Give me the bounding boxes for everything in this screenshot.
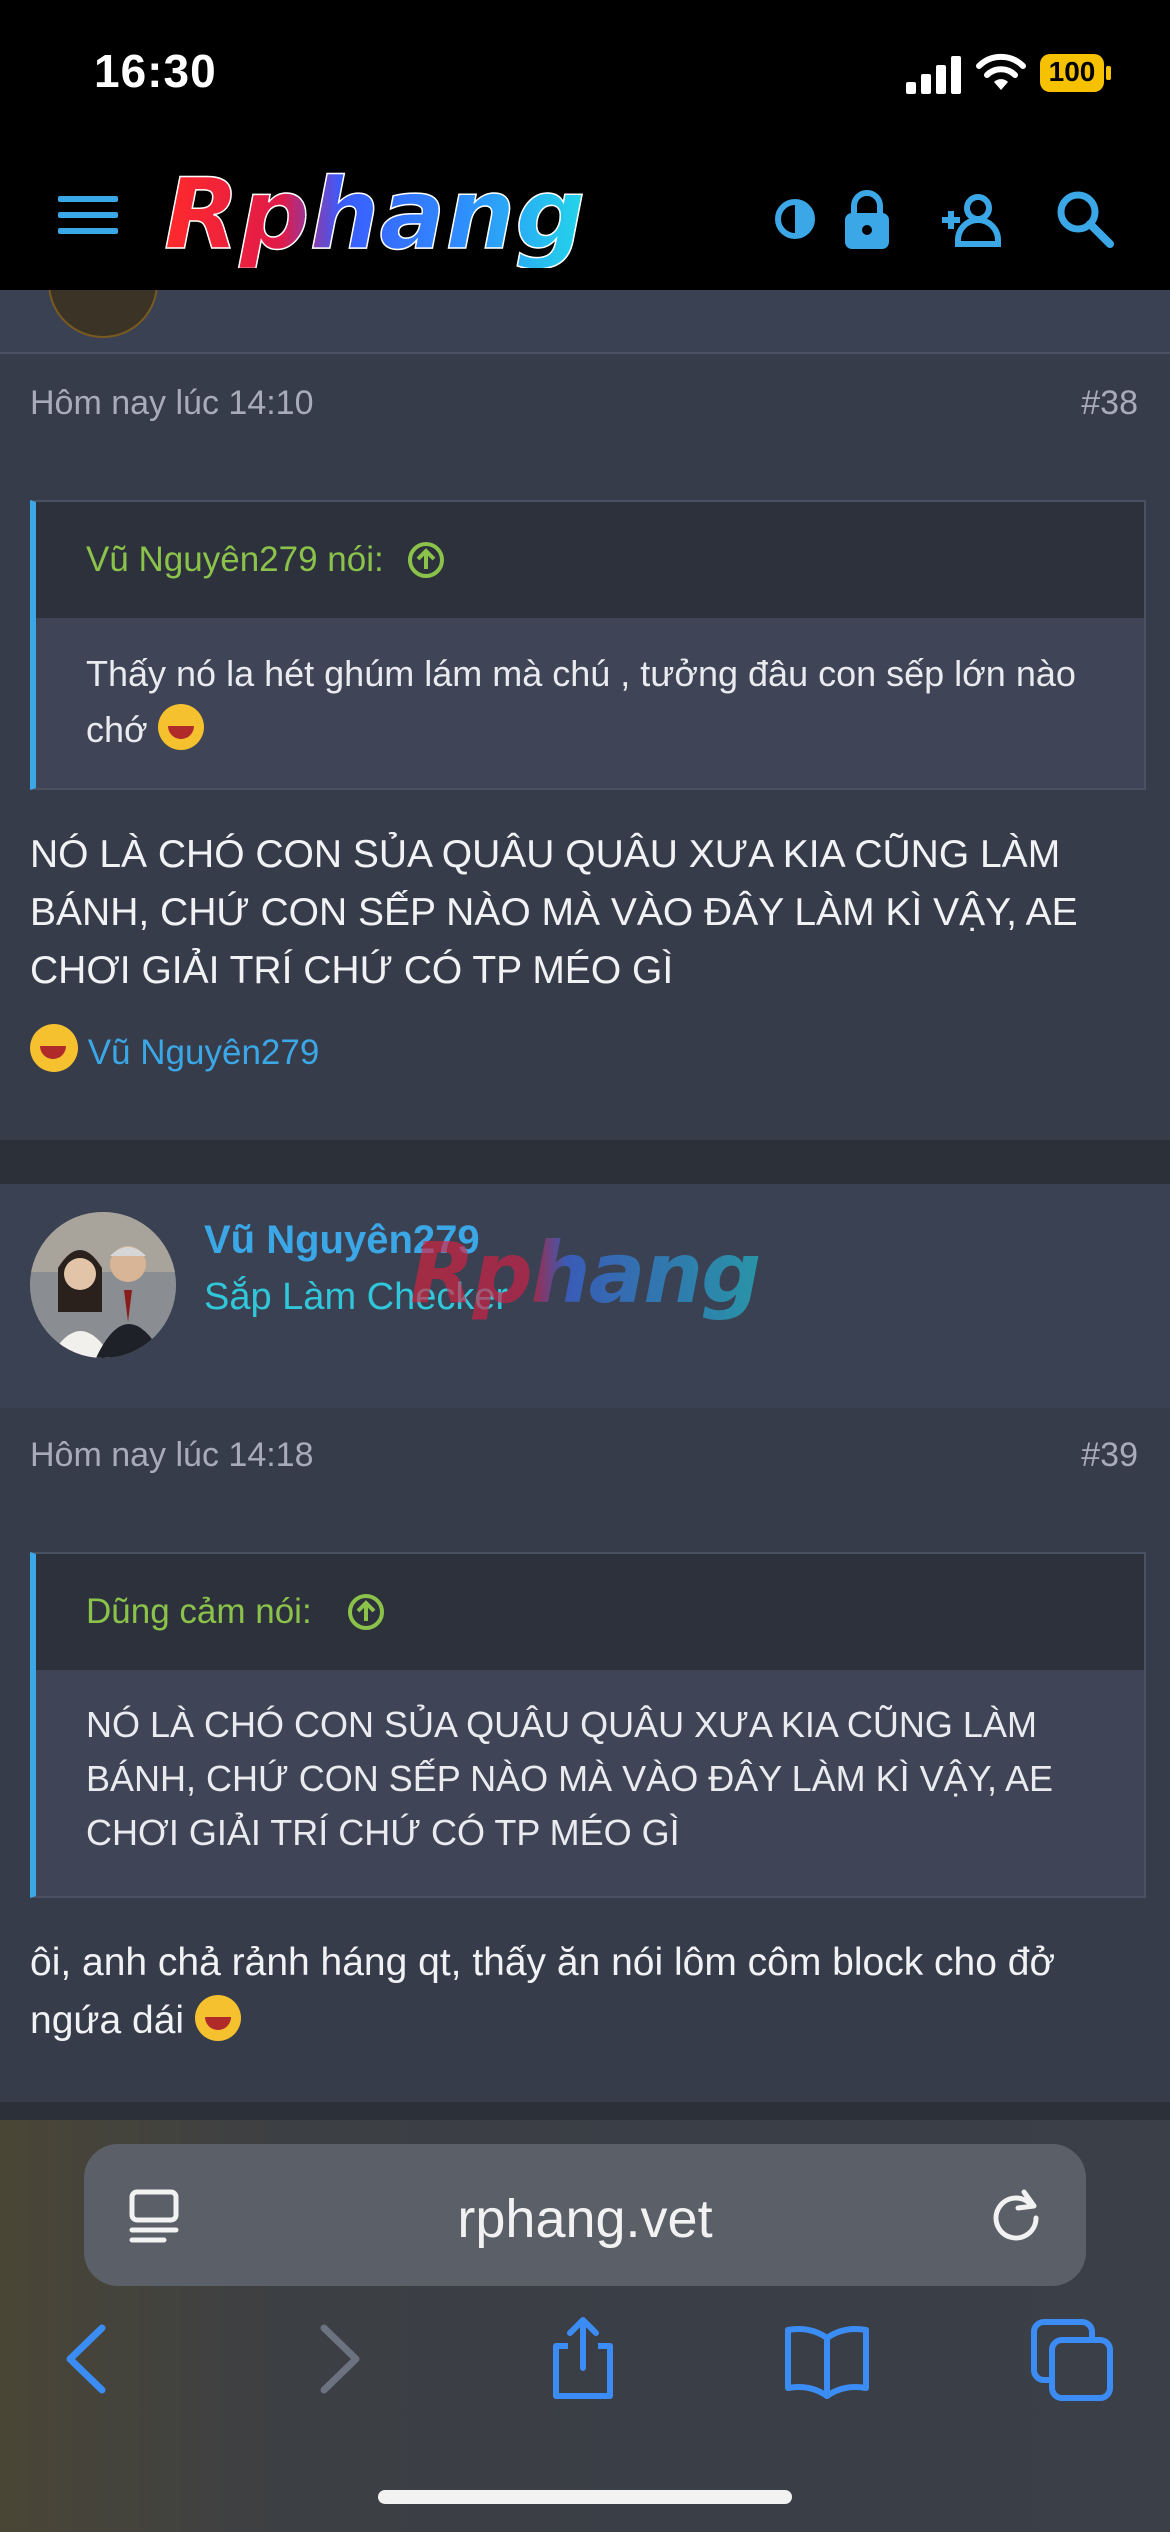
address-bar[interactable]: rphang.vet — [84, 2144, 1086, 2286]
quote-header[interactable]: Vũ Nguyên279 nói: — [36, 502, 1144, 618]
battery-level: 100 — [1048, 56, 1096, 87]
site-header: Rphang — [0, 150, 1170, 292]
quote-body: NÓ LÀ CHÓ CON SỦA QUÂU QUÂU XƯA KIA CŨNG… — [36, 1670, 1144, 1894]
post-timestamp[interactable]: Hôm nay lúc 14:18 — [30, 1436, 314, 1475]
post-timestamp[interactable]: Hôm nay lúc 14:10 — [30, 384, 314, 423]
url-text[interactable]: rphang.vet — [84, 2188, 1086, 2250]
post-message: ôi, anh chả rảnh háng qt, thấy ăn nói lô… — [30, 1934, 1140, 2050]
back-icon[interactable] — [44, 2316, 130, 2402]
post-number[interactable]: #39 — [1081, 1436, 1138, 1475]
reload-icon[interactable] — [986, 2184, 1046, 2244]
post-39: Hôm nay lúc 14:18 #39 Dũng cảm nói: NÓ L… — [0, 1408, 1170, 2102]
home-indicator[interactable] — [378, 2490, 792, 2504]
hamburger-icon[interactable] — [58, 196, 118, 240]
status-bar: 16:30 100 — [0, 0, 1170, 150]
battery-icon: 100 — [1040, 52, 1112, 94]
watermark-logo: Rphang — [410, 1224, 770, 1346]
post-separator — [0, 1140, 1170, 1184]
laugh-emoji-icon — [30, 1024, 78, 1072]
quote-header[interactable]: Dũng cảm nói: — [36, 1554, 1144, 1670]
laugh-emoji-icon — [157, 704, 204, 750]
search-icon[interactable] — [1050, 184, 1120, 254]
cellular-signal-icon — [906, 56, 961, 94]
go-to-quote-icon[interactable] — [406, 540, 446, 580]
quote-author[interactable]: Dũng cảm nói: — [86, 1592, 312, 1632]
avatar[interactable] — [30, 1212, 176, 1358]
browser-toolbar: rphang.vet — [0, 2120, 1170, 2532]
reaction-user[interactable]: Vũ Nguyên279 — [88, 1033, 320, 1072]
post-message: NÓ LÀ CHÓ CON SỦA QUÂU QUÂU XƯA KIA CŨNG… — [30, 833, 1078, 992]
avatar[interactable] — [48, 290, 158, 338]
previous-user-bar — [0, 290, 1170, 354]
quote-text: Thấy nó la hét ghúm lám mà chú , tưởng đ… — [86, 653, 1076, 750]
site-logo[interactable]: Rphang — [160, 157, 720, 273]
go-to-quote-icon[interactable] — [346, 1592, 386, 1632]
quote-body: Thấy nó la hét ghúm lám mà chú , tưởng đ… — [36, 618, 1144, 792]
quote-block: Dũng cảm nói: NÓ LÀ CHÓ CON SỦA QUÂU QUÂ… — [30, 1552, 1146, 1898]
post-number[interactable]: #38 — [1081, 384, 1138, 423]
lock-icon[interactable] — [832, 184, 902, 254]
forward-icon[interactable] — [296, 2316, 382, 2402]
laugh-emoji-icon — [194, 1995, 241, 2041]
post-message-text: ôi, anh chả rảnh háng qt, thấy ăn nói lô… — [30, 1941, 1056, 2042]
logo-text: Rphang — [164, 168, 585, 268]
post-39-userbar: Vũ Nguyên279 Sắp Làm Checker Rphang — [0, 1184, 1170, 1410]
tabs-icon[interactable] — [1030, 2316, 1116, 2402]
watermark-text: Rphang — [410, 1224, 759, 1322]
thread-content: Hôm nay lúc 14:10 #38 Vũ Nguyên279 nói: … — [0, 290, 1170, 2120]
post-38: Hôm nay lúc 14:10 #38 Vũ Nguyên279 nói: … — [0, 354, 1170, 1140]
reaction-summary[interactable]: Vũ Nguyên279 — [30, 1024, 319, 1073]
share-icon[interactable] — [540, 2316, 626, 2402]
theme-toggle-icon[interactable] — [760, 184, 830, 254]
quote-author[interactable]: Vũ Nguyên279 nói: — [86, 540, 384, 580]
quote-block: Vũ Nguyên279 nói: Thấy nó la hét ghúm lá… — [30, 500, 1146, 790]
status-time: 16:30 — [94, 45, 217, 97]
quote-text: NÓ LÀ CHÓ CON SỦA QUÂU QUÂU XƯA KIA CŨNG… — [86, 1704, 1054, 1853]
add-user-icon[interactable] — [938, 184, 1008, 254]
bookmarks-icon[interactable] — [784, 2316, 870, 2402]
wifi-icon — [976, 53, 1026, 90]
